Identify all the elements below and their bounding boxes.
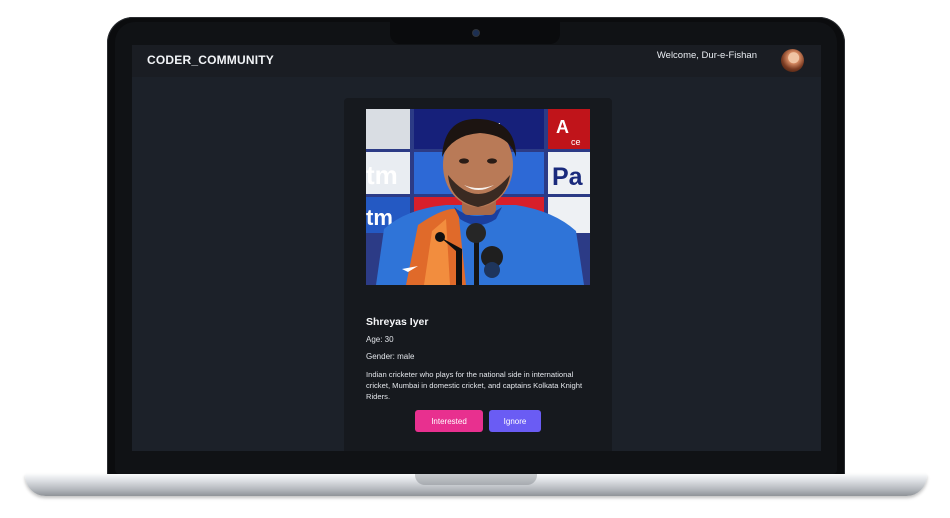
laptop-screen: CODER_COMMUNITY Welcome, Dur-e-Fishan ep… — [132, 45, 821, 451]
profile-age: Age: 30 — [366, 335, 394, 344]
laptop-base-notch — [415, 474, 537, 485]
photo-sponsor-pa: Pa — [552, 163, 584, 191]
photo-sponsor-a: A — [556, 117, 569, 137]
photo-sponsor-ce: ce — [571, 137, 581, 147]
welcome-message: Welcome, Dur-e-Fishan — [656, 50, 757, 61]
brand-logo-text[interactable]: CODER_COMMUNITY — [147, 53, 274, 67]
webcam-icon — [473, 30, 479, 36]
user-avatar[interactable] — [781, 49, 804, 72]
profile-gender: Gender: male — [366, 352, 415, 361]
profile-photo: epsi tm tm Pa A ce tm — [366, 109, 590, 285]
profile-photo-image: epsi tm tm Pa A ce tm — [366, 109, 590, 285]
profile-card: epsi tm tm Pa A ce tm — [344, 98, 612, 451]
top-navbar: CODER_COMMUNITY Welcome, Dur-e-Fishan — [132, 45, 821, 77]
photo-sponsor-tm-top: tm — [366, 160, 398, 190]
profile-name: Shreyas Iyer — [366, 316, 429, 328]
ignore-button[interactable]: Ignore — [489, 410, 541, 432]
interested-button[interactable]: Interested — [415, 410, 483, 432]
profile-bio: Indian cricketer who plays for the natio… — [366, 370, 583, 401]
